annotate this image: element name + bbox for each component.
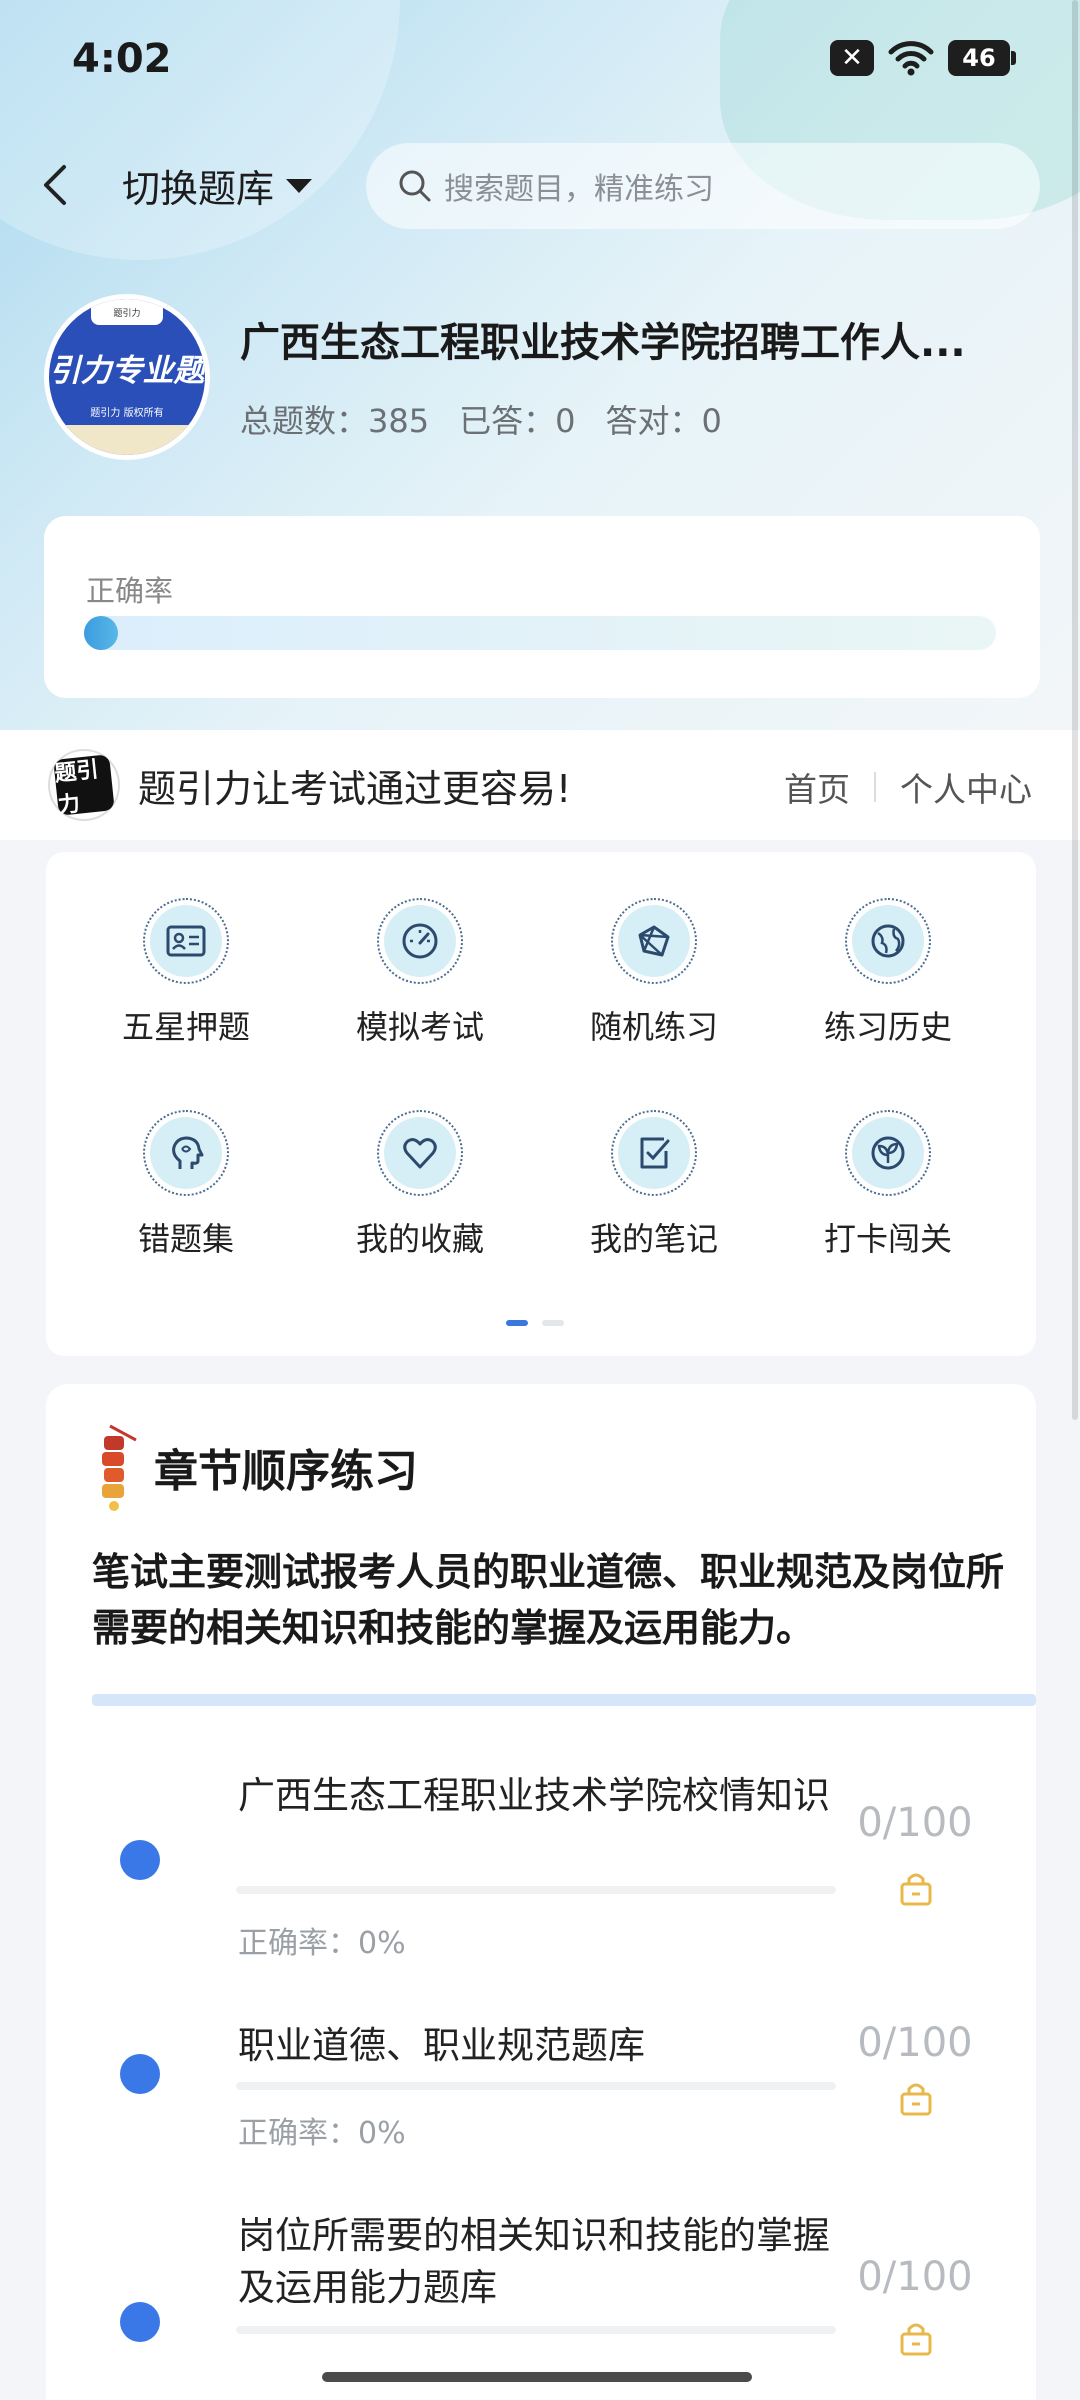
nav-divider [874,772,876,802]
back-button[interactable] [40,150,90,220]
chapter-item-count: 0/100 [857,2254,973,2300]
heart-icon [403,1138,437,1169]
answered-count: 已答：0 [459,402,576,440]
network-icon [638,925,670,957]
page-dot [542,1320,564,1326]
chapter-item-title: 职业道德、职业规范题库 [238,2024,645,2067]
brand-slogan: 题引力让考试通过更容易! [138,766,572,811]
func-label: 我的笔记 [589,1220,718,1258]
function-grid: 五星押题 模拟考试 随机练习 练习历史 错题集 我的收藏 我的笔记 打卡闯关 [46,852,1036,1356]
chapter-item-count: 0/100 [857,1800,973,1846]
globe-icon [871,924,905,958]
func-label: 练习历史 [823,1008,952,1046]
bank-stats: 总题数：385 已答：0 答对：0 [240,396,722,442]
func-notes[interactable]: 我的笔记 [544,1110,764,1260]
avatar-title: 引力专业题 [49,353,205,389]
chapter-progress-bar [236,2326,836,2334]
chapter-header: 章节顺序练习 [96,1422,418,1512]
chapter-bullet [120,1840,160,1880]
chapter-bullet [120,2054,160,2094]
lock-icon [900,2083,932,2116]
accuracy-card: 正确率 [44,516,1040,698]
status-icons: ✕ 46 [830,40,1016,76]
search-input[interactable]: 搜索题目，精准练习 [366,143,1040,229]
switch-bank-dropdown[interactable]: 切换题库 [122,158,313,213]
chapter-progress-bar [236,2082,836,2090]
speedometer-icon [402,923,438,959]
chapter-item-accuracy: 正确率：0% [238,2116,406,2151]
chapter-item-title: 广西生态工程职业技术学院校情知识 [238,1774,830,1817]
chevron-left-icon [44,165,66,205]
func-check-in[interactable]: 打卡闯关 [778,1110,998,1260]
func-label: 模拟考试 [355,1008,484,1046]
accuracy-progress-fill [84,616,118,650]
chapter-progress-bar [236,1886,836,1894]
avatar-tab: 题引力 [91,299,163,325]
search-placeholder: 搜索题目，精准练习 [444,172,714,207]
func-random-practice[interactable]: 随机练习 [544,898,764,1048]
func-label: 五星押题 [121,1008,250,1046]
func-five-star[interactable]: 五星押题 [76,898,296,1048]
scrollbar[interactable] [1072,0,1078,1420]
chapter-title: 章节顺序练习 [154,1446,418,1497]
notification-close-icon: ✕ [830,40,874,76]
brand-nav: 首页 个人中心 [784,763,1032,811]
func-mock-exam[interactable]: 模拟考试 [310,898,530,1048]
page-dot-active [506,1320,528,1326]
firecracker-icon [102,1424,137,1511]
switch-bank-label: 切换题库 [122,167,275,211]
total-count: 总题数：385 [240,402,430,440]
accuracy-progress-bar [84,616,996,650]
chapter-item-count: 0/100 [857,2020,973,2066]
home-indicator[interactable] [322,2372,752,2382]
chapter-description: 笔试主要测试报考人员的职业道德、职业规范及岗位所需要的相关知识和技能的掌握及运用… [92,1550,1005,1650]
brand-bar: 题引力 题引力让考试通过更容易! 首页 个人中心 [0,730,1080,840]
search-icon [399,170,431,202]
battery-icon: 46 [948,40,1016,76]
chapter-item-title: 岗位所需要的相关知识和技能的掌握及运用能力题库 [238,2214,830,2309]
brand-logo: 题引力 [48,749,120,821]
status-time: 4:02 [72,36,172,82]
avatar-sub: 题引力 版权所有 [90,408,164,419]
page-indicator [506,1320,564,1326]
func-label: 错题集 [137,1220,234,1258]
accuracy-label: 正确率 [86,574,174,608]
nav-home-link[interactable]: 首页 [784,763,850,811]
func-label: 打卡闯关 [823,1220,952,1258]
chapter-item-accuracy: 正确率：0% [238,1926,406,1961]
caret-down-icon [286,178,313,193]
lock-icon [900,2323,932,2356]
bank-avatar: 题引力 引力专业题 题引力 版权所有 [44,294,210,460]
func-label: 我的收藏 [355,1220,484,1258]
leaf-icon [871,1136,905,1170]
note-check-icon [640,1137,670,1169]
lock-icon [900,1873,932,1906]
id-card-icon [166,925,206,957]
description-highlight [92,1694,1036,1706]
nav-profile-link[interactable]: 个人中心 [900,763,1032,811]
chapter-bullet [120,2302,160,2342]
brand-logo-text: 题引力 [53,754,115,819]
head-icon [172,1136,204,1169]
func-history[interactable]: 练习历史 [778,898,998,1048]
func-favorites[interactable]: 我的收藏 [310,1110,530,1260]
chapter-practice-card: 章节顺序练习 笔试主要测试报考人员的职业道德、职业规范及岗位所需要的相关知识和技… [46,1384,1036,2400]
func-label: 随机练习 [589,1008,718,1046]
func-wrong-set[interactable]: 错题集 [76,1110,296,1260]
bank-title: 广西生态工程职业技术学院招聘工作人... [240,320,966,366]
correct-count: 答对：0 [605,402,722,440]
wifi-icon [888,41,934,76]
